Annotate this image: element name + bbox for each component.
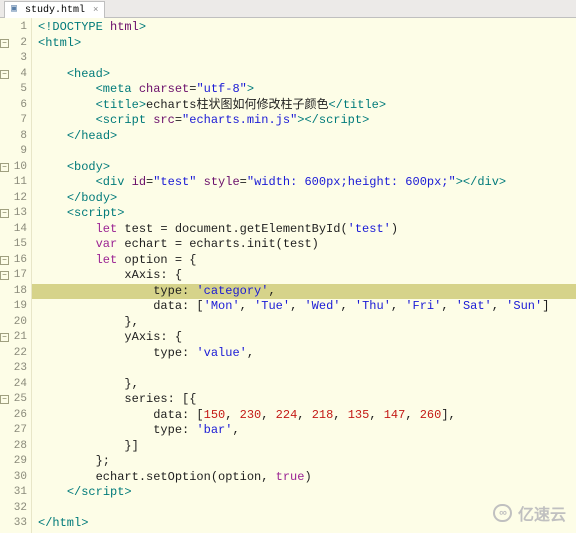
line-number: 14: [0, 222, 31, 238]
line-number: 1: [0, 20, 31, 36]
code-line[interactable]: yAxis: {: [38, 330, 576, 346]
fold-toggle-icon[interactable]: −: [0, 163, 9, 172]
line-number: 6: [0, 98, 31, 114]
code-line[interactable]: <body>: [38, 160, 576, 176]
fold-toggle-icon[interactable]: −: [0, 333, 9, 342]
line-number: 26: [0, 408, 31, 424]
line-number: 31: [0, 485, 31, 501]
line-number: 22: [0, 346, 31, 362]
line-number: 7: [0, 113, 31, 129]
file-tab[interactable]: ▣ study.html ×: [4, 1, 105, 18]
code-line[interactable]: </script>: [38, 485, 576, 501]
line-number: 18: [0, 284, 31, 300]
line-number: 4−: [0, 67, 31, 83]
tab-bar: ▣ study.html ×: [0, 0, 576, 18]
line-number: 17−: [0, 268, 31, 284]
line-number: 20: [0, 315, 31, 331]
fold-toggle-icon[interactable]: −: [0, 209, 9, 218]
code-line[interactable]: [38, 144, 576, 160]
code-line[interactable]: }]: [38, 439, 576, 455]
code-line[interactable]: },: [38, 315, 576, 331]
line-number: 21−: [0, 330, 31, 346]
code-line[interactable]: <title>echarts柱状图如何修改柱子颜色</title>: [38, 98, 576, 114]
line-number: 5: [0, 82, 31, 98]
code-line[interactable]: <script>: [38, 206, 576, 222]
line-number: 19: [0, 299, 31, 315]
line-number: 29: [0, 454, 31, 470]
watermark-text: 亿速云: [518, 501, 566, 525]
code-line[interactable]: </body>: [38, 191, 576, 207]
fold-toggle-icon[interactable]: −: [0, 256, 9, 265]
line-number: 8: [0, 129, 31, 145]
code-line[interactable]: },: [38, 377, 576, 393]
code-line[interactable]: <script src="echarts.min.js"></script>: [38, 113, 576, 129]
line-number: 11: [0, 175, 31, 191]
code-line[interactable]: </head>: [38, 129, 576, 145]
code-line[interactable]: xAxis: {: [38, 268, 576, 284]
code-line[interactable]: type: 'value',: [38, 346, 576, 362]
fold-toggle-icon[interactable]: −: [0, 395, 9, 404]
code-line[interactable]: [38, 51, 576, 67]
line-number: 24: [0, 377, 31, 393]
line-number: 27: [0, 423, 31, 439]
code-line[interactable]: echart.setOption(option, true): [38, 470, 576, 486]
code-line[interactable]: data: [150, 230, 224, 218, 135, 147, 260…: [38, 408, 576, 424]
line-number: 3: [0, 51, 31, 67]
line-number: 2−: [0, 36, 31, 52]
line-number: 10−: [0, 160, 31, 176]
code-line[interactable]: <!DOCTYPE html>: [38, 20, 576, 36]
line-number: 33: [0, 516, 31, 532]
code-line[interactable]: type: 'bar',: [38, 423, 576, 439]
code-line[interactable]: let option = {: [38, 253, 576, 269]
line-number: 12: [0, 191, 31, 207]
code-line[interactable]: <div id="test" style="width: 600px;heigh…: [38, 175, 576, 191]
fold-toggle-icon[interactable]: −: [0, 70, 9, 79]
tab-filename: study.html: [25, 5, 85, 16]
line-number: 23: [0, 361, 31, 377]
code-line[interactable]: var echart = echarts.init(test): [38, 237, 576, 253]
code-line[interactable]: <head>: [38, 67, 576, 83]
line-number: 25−: [0, 392, 31, 408]
fold-toggle-icon[interactable]: −: [0, 39, 9, 48]
line-number: 15: [0, 237, 31, 253]
code-area[interactable]: <!DOCTYPE html><html> <head> <meta chars…: [32, 18, 576, 533]
line-number: 32: [0, 501, 31, 517]
close-icon[interactable]: ×: [93, 5, 98, 15]
line-number: 9: [0, 144, 31, 160]
code-editor[interactable]: 12−34−5678910−111213−141516−17−18192021−…: [0, 18, 576, 533]
line-number: 30: [0, 470, 31, 486]
line-number: 16−: [0, 253, 31, 269]
code-line[interactable]: <html>: [38, 36, 576, 52]
watermark: ∞ 亿速云: [493, 501, 566, 525]
line-number-gutter: 12−34−5678910−111213−141516−17−18192021−…: [0, 18, 32, 533]
line-number: 28: [0, 439, 31, 455]
code-line[interactable]: };: [38, 454, 576, 470]
code-line[interactable]: [38, 361, 576, 377]
code-line[interactable]: series: [{: [38, 392, 576, 408]
fold-toggle-icon[interactable]: −: [0, 271, 9, 280]
line-number: 13−: [0, 206, 31, 222]
html-file-icon: ▣: [11, 5, 21, 15]
code-line[interactable]: <meta charset="utf-8">: [38, 82, 576, 98]
watermark-icon: ∞: [493, 504, 512, 522]
code-line[interactable]: data: ['Mon', 'Tue', 'Wed', 'Thu', 'Fri'…: [38, 299, 576, 315]
code-line[interactable]: let test = document.getElementById('test…: [38, 222, 576, 238]
